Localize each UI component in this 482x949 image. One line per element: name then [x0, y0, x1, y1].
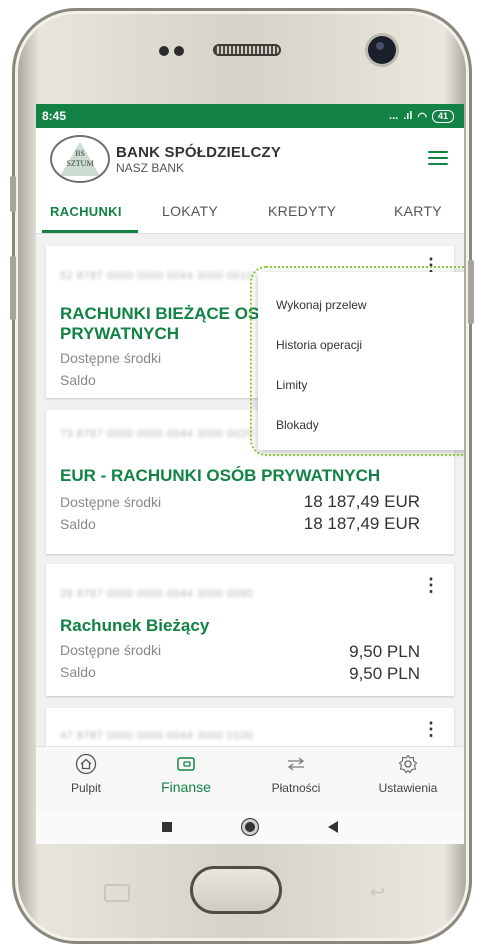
nav-pulpit[interactable]: Pulpit: [36, 753, 136, 797]
front-camera: [368, 36, 396, 64]
home-circle-icon[interactable]: [242, 819, 258, 835]
more-options-icon[interactable]: ⋮: [422, 576, 440, 594]
gear-icon: [398, 754, 418, 774]
hardware-recent-icon[interactable]: [104, 884, 130, 902]
sensor-dots: [159, 46, 184, 56]
bottom-navigation: Pulpit Finanse Płatności Ustawienia: [36, 746, 464, 810]
status-bar: 8:45 ... .ıl ◠ 41: [36, 104, 464, 128]
bank-subname: NASZ BANK: [116, 160, 185, 175]
signal-dots: ...: [389, 110, 399, 122]
available-funds-value: 9,50 PLN: [349, 642, 420, 661]
logo-text-bs: BS: [75, 149, 85, 158]
hardware-back-icon[interactable]: ↩: [370, 882, 396, 902]
active-tab-indicator: [42, 230, 138, 233]
transfer-arrows-icon: [288, 757, 304, 771]
app-screen: 8:45 ... .ıl ◠ 41 BS SZTUM BANK SPÓŁDZIE…: [36, 104, 464, 844]
hardware-home-button[interactable]: [190, 866, 282, 914]
tab-bar: RACHUNKI LOKATY KREDYTY KARTY: [36, 190, 464, 234]
account-name: Rachunek Bieżący: [60, 616, 210, 635]
nav-platnosci[interactable]: Płatności: [246, 753, 346, 797]
bank-name: BANK SPÓŁDZIELCZY: [116, 143, 282, 161]
tab-lokaty[interactable]: LOKATY: [162, 203, 218, 219]
account-number: 47 8787 0000 0000 0044 3000 0100: [60, 730, 254, 742]
account-name: EUR - RACHUNKI OSÓB PRYWATNYCH: [60, 466, 381, 485]
signal-icon: .ıl: [403, 110, 413, 122]
account-number: 73 8787 0000 0000 0044 3000 0020: [60, 428, 254, 440]
system-navigation-bar: [36, 810, 464, 844]
home-icon: [75, 753, 97, 775]
balance-label: Saldo: [60, 664, 96, 680]
available-funds-label: Dostępne środki: [60, 642, 162, 658]
speaker-grill: [213, 44, 281, 56]
power-button: [468, 260, 474, 324]
balance-value: 18 187,49 EUR: [303, 514, 420, 533]
account-name-line2: PRYWATNYCH: [60, 324, 179, 343]
status-time: 8:45: [42, 109, 67, 123]
volume-button-lower: [10, 256, 16, 320]
recent-apps-icon[interactable]: [162, 822, 172, 832]
volume-button: [10, 176, 16, 212]
available-funds-label: Dostępne środki: [60, 494, 162, 510]
menu-item-blocks[interactable]: Blokady: [276, 418, 319, 432]
nav-finanse[interactable]: Finanse: [136, 753, 236, 797]
balance-label: Saldo: [60, 372, 96, 388]
tab-rachunki[interactable]: RACHUNKI: [50, 204, 122, 219]
wallet-icon: [177, 757, 195, 771]
more-options-icon[interactable]: ⋮: [422, 720, 440, 738]
back-triangle-icon[interactable]: [328, 821, 338, 833]
bank-logo: BS SZTUM: [50, 135, 110, 183]
available-funds-label: Dostępne środki: [60, 350, 162, 366]
wifi-icon: ◠: [417, 110, 427, 123]
nav-ustawienia[interactable]: Ustawienia: [358, 753, 458, 797]
battery-icon: 41: [431, 109, 454, 123]
tab-karty[interactable]: KARTY: [394, 203, 442, 219]
balance-label: Saldo: [60, 516, 96, 532]
menu-item-limits[interactable]: Limity: [276, 378, 307, 392]
tab-kredyty[interactable]: KREDYTY: [268, 203, 336, 219]
app-header: BS SZTUM BANK SPÓŁDZIELCZY NASZ BANK: [36, 128, 464, 190]
brand: BANK SPÓŁDZIELCZY NASZ BANK: [116, 144, 281, 175]
balance-value: 9,50 PLN: [349, 664, 420, 683]
menu-item-history[interactable]: Historia operacji: [276, 338, 362, 352]
menu-item-transfer[interactable]: Wykonaj przelew: [276, 298, 367, 312]
account-number: 52 8787 0000 0000 0044 3000 0010: [60, 270, 254, 282]
account-context-menu: Wykonaj przelew Historia operacji Limity…: [258, 272, 464, 450]
available-funds-value: 18 187,49 EUR: [303, 492, 420, 511]
account-number: 26 8787 0000 0000 0044 3000 0090: [60, 588, 254, 600]
logo-text-sztum: SZTUM: [66, 159, 94, 168]
account-card[interactable]: 26 8787 0000 0000 0044 3000 0090 ⋮ Rachu…: [46, 564, 454, 696]
hamburger-menu-icon[interactable]: [428, 151, 448, 165]
account-name-line1: RACHUNKI BIEŻĄCE OSÓB: [60, 304, 285, 323]
